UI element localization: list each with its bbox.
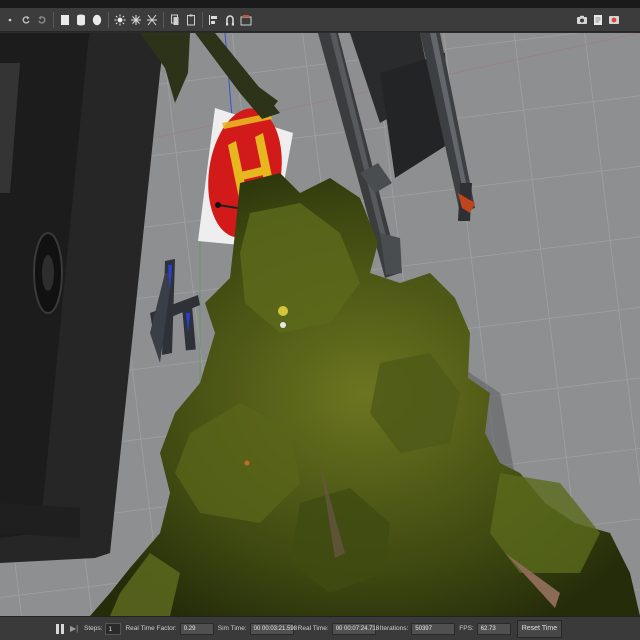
toolbar-separator <box>108 11 109 28</box>
steps-stepper[interactable]: 1 <box>105 622 122 635</box>
fps-label: FPS: <box>459 625 474 632</box>
3d-scene-render <box>0 33 640 616</box>
undo-icon[interactable] <box>19 12 33 28</box>
point-light-icon[interactable] <box>129 12 143 28</box>
iterations-value: 50397 <box>411 622 456 635</box>
snap-icon[interactable] <box>223 12 237 28</box>
real-time-label: Real Time: <box>297 625 329 632</box>
align-icon[interactable] <box>207 12 221 28</box>
real-time-factor-label: Real Time Factor: <box>125 625 177 632</box>
toolbar-separator <box>202 11 203 28</box>
redo-icon[interactable] <box>35 12 49 28</box>
toolbar-separator <box>53 11 54 28</box>
real-time-value: 00 00:07:24.718 <box>331 622 379 635</box>
select-arrow-icon[interactable] <box>3 12 17 28</box>
reset-time-button[interactable]: Reset Time <box>516 619 563 638</box>
record-video-icon[interactable] <box>607 12 621 28</box>
sun-light-icon[interactable] <box>113 12 127 28</box>
simulation-status-bar: ▶| Steps: 1 Real Time Factor: 0.29 Sim T… <box>0 616 640 640</box>
change-view-icon[interactable] <box>239 12 253 28</box>
sim-time-value: 00 00:03:21.598 <box>249 622 297 635</box>
3d-scene-viewport[interactable] <box>0 33 640 616</box>
log-icon[interactable] <box>591 12 605 28</box>
screenshot-icon[interactable] <box>575 12 589 28</box>
paste-icon[interactable] <box>184 12 198 28</box>
sphere-shape-icon[interactable] <box>90 12 104 28</box>
toolbar-separator <box>163 11 164 28</box>
steps-label: Steps: <box>84 625 103 632</box>
step-forward-button[interactable]: ▶| <box>70 624 78 634</box>
sim-time-label: Sim Time: <box>217 625 247 632</box>
iterations-label: Iterations: <box>379 625 409 632</box>
cylinder-shape-icon[interactable] <box>74 12 88 28</box>
box-shape-icon[interactable] <box>58 12 72 28</box>
window-top-strip <box>0 0 640 8</box>
top-toolbar <box>0 8 640 32</box>
copy-icon[interactable] <box>168 12 182 28</box>
fps-value: 62.73 <box>476 622 511 635</box>
spot-light-icon[interactable] <box>145 12 159 28</box>
pause-button[interactable] <box>56 623 64 634</box>
real-time-factor-value: 0.29 <box>179 622 214 635</box>
